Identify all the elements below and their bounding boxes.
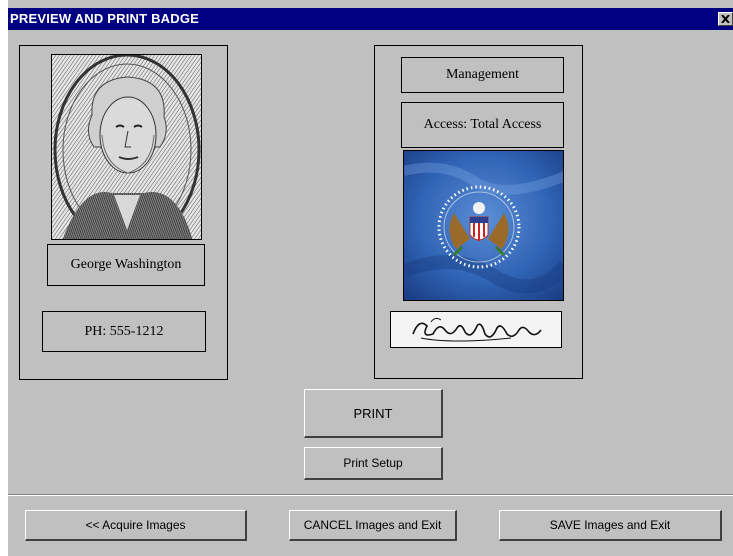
badge-access: Access: Total Access [401, 102, 564, 148]
signature-image [390, 311, 562, 348]
window-title: PREVIEW AND PRINT BADGE [10, 11, 200, 26]
badge-name: George Washington [47, 244, 205, 286]
desktop-edge [0, 0, 8, 556]
cancel-exit-button[interactable]: CANCEL Images and Exit [289, 510, 457, 541]
badge-department: Management [401, 57, 564, 93]
title-bar[interactable]: PREVIEW AND PRINT BADGE [8, 8, 733, 30]
print-setup-button[interactable]: Print Setup [304, 447, 443, 480]
divider-line [8, 494, 733, 496]
save-exit-button[interactable]: SAVE Images and Exit [499, 510, 722, 541]
close-button[interactable] [718, 12, 733, 26]
portrait-photo [51, 54, 202, 240]
badge-back-panel: Management Access: Total Access [374, 45, 583, 379]
acquire-images-button[interactable]: << Acquire Images [25, 510, 247, 541]
close-icon [721, 15, 730, 23]
badge-phone: PH: 555-1212 [42, 311, 206, 352]
badge-front-panel: George Washington PH: 555-1212 [19, 45, 228, 380]
preview-print-badge-dialog: PREVIEW AND PRINT BADGE George Washingto… [0, 0, 733, 556]
presidential-seal-image [403, 150, 564, 301]
print-button[interactable]: PRINT [304, 389, 443, 438]
